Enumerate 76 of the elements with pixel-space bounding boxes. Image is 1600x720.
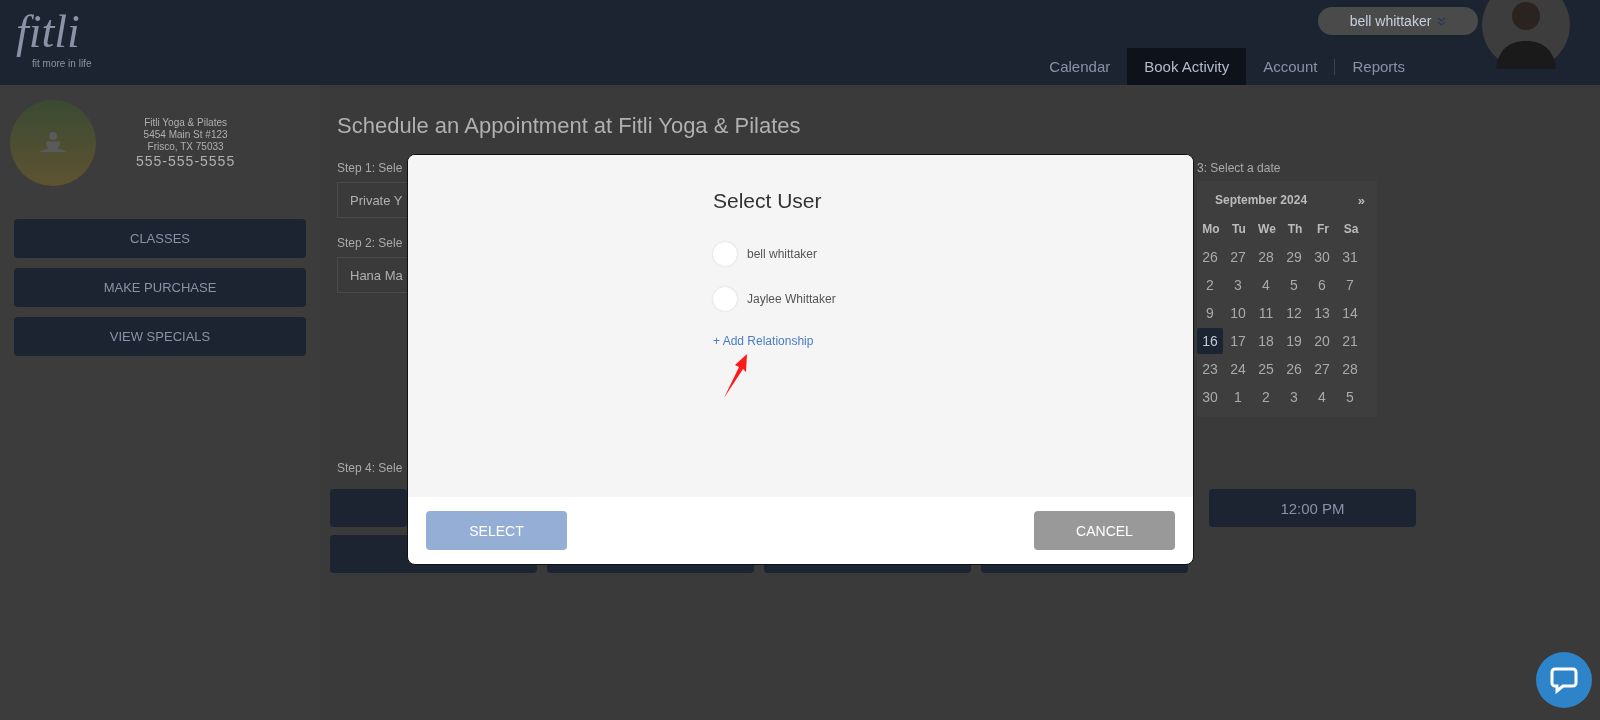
calendar-day[interactable]: 20 bbox=[1309, 328, 1335, 354]
calendar-day[interactable]: 28 bbox=[1337, 356, 1363, 382]
calendar-day[interactable]: 3 bbox=[1281, 384, 1307, 410]
weekday-label: Th bbox=[1286, 222, 1304, 236]
calendar-day[interactable]: 7 bbox=[1337, 272, 1363, 298]
calendar-month: September 2024 bbox=[1215, 193, 1308, 207]
calendar-day[interactable]: 4 bbox=[1253, 272, 1279, 298]
calendar-day[interactable]: 31 bbox=[1337, 244, 1363, 270]
calendar-day[interactable]: 13 bbox=[1309, 300, 1335, 326]
step-label: 3: Select a date bbox=[1197, 161, 1282, 175]
chat-button[interactable] bbox=[1536, 652, 1592, 708]
calendar-day[interactable]: 26 bbox=[1281, 356, 1307, 382]
calendar-day[interactable]: 16 bbox=[1197, 328, 1223, 354]
step-label: Step 2: Sele bbox=[337, 236, 404, 250]
calendar-day[interactable]: 23 bbox=[1197, 356, 1223, 382]
calendar-day[interactable]: 9 bbox=[1197, 300, 1223, 326]
calendar-day[interactable]: 26 bbox=[1197, 244, 1223, 270]
nav-tab[interactable]: Calendar bbox=[1032, 48, 1128, 85]
calendar-day[interactable]: 30 bbox=[1309, 244, 1335, 270]
logo-tagline: fit more in life bbox=[32, 58, 93, 69]
calendar-day[interactable]: 6 bbox=[1309, 272, 1335, 298]
calendar-day[interactable]: 29 bbox=[1281, 244, 1307, 270]
weekday-label: Fr bbox=[1316, 222, 1330, 236]
calendar-day[interactable]: 12 bbox=[1281, 300, 1307, 326]
calendar-day[interactable]: 17 bbox=[1225, 328, 1251, 354]
calendar-day[interactable]: 27 bbox=[1309, 356, 1335, 382]
page-title: Schedule an Appointment at Fitli Yoga & Pilates bbox=[337, 113, 802, 139]
weekday-label: Mo bbox=[1201, 222, 1221, 236]
sidebar-button[interactable]: MAKE PURCHASE bbox=[14, 268, 306, 307]
time-slot-button[interactable]: 12:00 PM bbox=[1209, 489, 1416, 527]
dialog-title: Select User bbox=[713, 189, 823, 213]
weekday-label: We bbox=[1257, 222, 1277, 236]
user-name: bell whittaker bbox=[747, 246, 818, 261]
calendar-day[interactable]: 27 bbox=[1225, 244, 1251, 270]
calendar-day[interactable]: 19 bbox=[1281, 328, 1307, 354]
calendar-day[interactable]: 5 bbox=[1337, 384, 1363, 410]
chevron-down-icon bbox=[1437, 16, 1447, 26]
calendar-day[interactable]: 1 bbox=[1225, 384, 1251, 410]
weekday-label: Tu bbox=[1231, 222, 1247, 236]
chat-bubble-icon bbox=[1550, 666, 1578, 694]
user-menu-button[interactable]: bell whittaker bbox=[1318, 7, 1478, 35]
logo-wordmark[interactable]: fitli bbox=[16, 6, 116, 58]
time-slot-button[interactable] bbox=[330, 489, 407, 527]
nav-tab[interactable]: Reports bbox=[1335, 48, 1422, 85]
user-name: Jaylee Whittaker bbox=[747, 291, 836, 306]
add-relationship-link[interactable]: + Add Relationship bbox=[713, 334, 814, 348]
studio-logo-icon bbox=[10, 100, 96, 186]
calendar-day[interactable]: 21 bbox=[1337, 328, 1363, 354]
studio-phone: 555-555-5555 bbox=[136, 153, 236, 169]
calendar-day[interactable]: 10 bbox=[1225, 300, 1251, 326]
avatar-icon[interactable] bbox=[1482, 0, 1570, 69]
calendar-day[interactable]: 14 bbox=[1337, 300, 1363, 326]
step-label: Step 1: Sele bbox=[337, 161, 404, 175]
calendar-day[interactable]: 25 bbox=[1253, 356, 1279, 382]
nav-tab[interactable]: Book Activity bbox=[1127, 48, 1247, 85]
sidebar-button[interactable]: VIEW SPECIALS bbox=[14, 317, 306, 356]
calendar-day[interactable]: 2 bbox=[1197, 272, 1223, 298]
studio-city: Frisco, TX 75033 bbox=[147, 141, 224, 152]
next-month-button[interactable]: » bbox=[1357, 192, 1365, 208]
studio-street: 5454 Main St #123 bbox=[143, 129, 228, 140]
calendar-day[interactable]: 28 bbox=[1253, 244, 1279, 270]
nav-tab[interactable]: Account bbox=[1246, 48, 1335, 85]
calendar-day[interactable]: 2 bbox=[1253, 384, 1279, 410]
calendar-day[interactable]: 3 bbox=[1225, 272, 1251, 298]
arrow-annotation bbox=[723, 353, 749, 399]
calendar-day[interactable]: 11 bbox=[1253, 300, 1279, 326]
calendar-day[interactable]: 30 bbox=[1197, 384, 1223, 410]
calendar-day[interactable]: 18 bbox=[1253, 328, 1279, 354]
weekday-label: Sa bbox=[1342, 222, 1360, 236]
cancel-button[interactable]: CANCEL bbox=[1034, 511, 1175, 550]
calendar-day[interactable]: 24 bbox=[1225, 356, 1251, 382]
calendar-day[interactable]: 4 bbox=[1309, 384, 1335, 410]
calendar-day[interactable]: 5 bbox=[1281, 272, 1307, 298]
sidebar-button[interactable]: CLASSES bbox=[14, 219, 306, 258]
step-label: Step 4: Sele bbox=[337, 461, 404, 475]
studio-name: Fitli Yoga & Pilates bbox=[144, 117, 227, 128]
